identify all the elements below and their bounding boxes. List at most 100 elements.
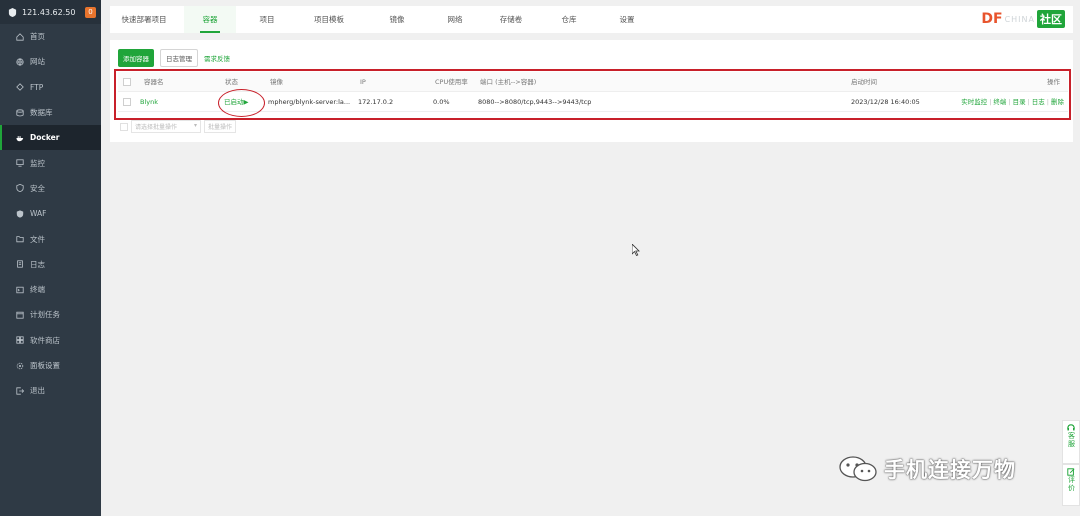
sidebar-item-database[interactable]: 数据库 — [0, 100, 101, 125]
server-header: 121.43.62.50 0 — [0, 0, 101, 24]
sidebar-item-monitor[interactable]: 监控 — [0, 150, 101, 175]
sidebar-item-settings[interactable]: 面板设置 — [0, 353, 101, 378]
sidebar-item-label: 退出 — [30, 386, 45, 396]
add-container-button[interactable]: 添加容器 — [118, 49, 154, 67]
server-icon — [8, 7, 17, 17]
sidebar-item-log[interactable]: 日志 — [0, 252, 101, 277]
select-all-checkbox[interactable] — [123, 78, 131, 86]
terminal-icon — [16, 286, 24, 293]
customer-service-label: 客服 — [1067, 432, 1076, 448]
sidebar-item-shield[interactable]: 安全 — [0, 176, 101, 201]
tab-projects[interactable]: 项目 — [247, 6, 287, 33]
batch-select-text: 请选择批量操作 — [135, 124, 178, 131]
row-checkbox[interactable] — [123, 98, 131, 106]
sidebar-item-label: 终端 — [30, 285, 45, 295]
tab-registry[interactable]: 仓库 — [549, 6, 589, 33]
logo-mark: DF — [981, 11, 1003, 27]
batch-button[interactable]: 批量操作 — [204, 120, 237, 133]
sidebar-item-globe[interactable]: 网站 — [0, 49, 101, 74]
sidebar-item-label: 计划任务 — [30, 310, 60, 320]
log-manage-button[interactable]: 日志管理 — [160, 49, 198, 67]
sidebar-item-label: 面板设置 — [30, 361, 60, 370]
top-tabbar: 快速部署项目 容器 项目 项目模板 镜像 网络 存储卷 仓库 设置 DF CHI… — [110, 6, 1073, 33]
sidebar-item-folder[interactable]: 文件 — [0, 226, 101, 251]
edit-icon — [1067, 468, 1075, 476]
sidebar-item-label: 软件商店 — [30, 335, 60, 345]
chevron-down-icon: ▾ — [193, 122, 197, 129]
docker-icon — [16, 136, 24, 142]
sidebar-item-waf[interactable]: WAF — [0, 201, 101, 226]
toolbar: 添加容器 日志管理 需求反馈 — [118, 49, 230, 67]
feedback-link[interactable]: 需求反馈 — [204, 53, 230, 63]
container-started: 2023/12/28 16:40:05 — [851, 98, 920, 106]
sidebar-item-terminal[interactable]: 终端 — [0, 277, 101, 302]
container-ports: 8080-->8080/tcp,9443-->9443/tcp — [478, 98, 592, 106]
tab-images[interactable]: 镜像 — [377, 6, 417, 33]
status-running[interactable]: 已启动▶ — [224, 92, 249, 112]
review-label: 评价 — [1067, 476, 1076, 492]
container-panel: 添加容器 日志管理 需求反馈 容器名 状态 镜像 IP CPU使用率 端口 (主… — [110, 40, 1073, 142]
tab-settings[interactable]: 设置 — [607, 6, 647, 33]
df-community-logo: DF CHINA 社区 — [981, 10, 1065, 28]
notification-badge[interactable]: 0 — [85, 6, 96, 18]
sidebar-item-label: FTP — [30, 82, 44, 92]
waf-icon — [16, 210, 24, 218]
log-icon — [17, 260, 23, 268]
settings-icon — [16, 362, 24, 369]
review-button[interactable]: 评价 — [1062, 464, 1080, 506]
col-ops: 操作 — [1047, 78, 1060, 86]
monitor-link[interactable]: 实时监控 — [961, 98, 987, 106]
status-text: 已启动 — [224, 98, 244, 106]
col-ip: IP — [360, 78, 366, 86]
col-ports: 端口 (主机-->容器) — [480, 78, 537, 86]
sidebar-item-label: 首页 — [30, 32, 45, 42]
ftp-icon — [16, 83, 24, 92]
sidebar-item-logout[interactable]: 退出 — [0, 378, 101, 403]
monitor-icon — [16, 159, 24, 167]
wechat-watermark: 手机连接万物 — [838, 454, 1016, 484]
sidebar-item-label: 安全 — [30, 183, 45, 193]
sidebar-item-store[interactable]: 软件商店 — [0, 328, 101, 353]
sidebar-item-docker[interactable]: Docker — [0, 125, 101, 151]
col-name[interactable]: 容器名 — [144, 72, 164, 92]
tab-project-templates[interactable]: 项目模板 — [303, 6, 355, 33]
sidebar-item-label: 文件 — [30, 234, 45, 244]
globe-icon — [16, 58, 24, 66]
sidebar-item-schedule[interactable]: 计划任务 — [0, 302, 101, 327]
delete-link[interactable]: 删除 — [1051, 98, 1064, 106]
logo-community: 社区 — [1037, 10, 1065, 28]
container-table: 容器名 状态 镜像 IP CPU使用率 端口 (主机-->容器) 启动时间 操作… — [118, 72, 1068, 117]
shield-icon — [16, 184, 24, 193]
terminal-link[interactable]: 终端 — [993, 98, 1006, 106]
sidebar-item-label: WAF — [30, 209, 47, 219]
sidebar-item-ftp[interactable]: FTP — [0, 75, 101, 100]
col-started[interactable]: 启动时间 — [851, 72, 877, 92]
wechat-icon — [839, 456, 877, 482]
mouse-cursor-icon — [632, 244, 640, 256]
directory-link[interactable]: 目录 — [1013, 98, 1026, 106]
logout-icon — [16, 387, 24, 395]
customer-service-button[interactable]: 客服 — [1062, 420, 1080, 464]
tab-quick-deploy[interactable]: 快速部署项目 — [110, 6, 178, 33]
sidebar-item-home[interactable]: 首页 — [0, 24, 101, 49]
sidebar-item-label: Docker — [30, 133, 60, 143]
log-link[interactable]: 日志 — [1032, 98, 1045, 106]
server-ip: 121.43.62.50 — [22, 7, 76, 17]
sidebar-item-label: 网站 — [30, 57, 45, 67]
sidebar-item-label: 日志 — [30, 259, 45, 269]
headset-icon — [1067, 424, 1075, 431]
col-cpu: CPU使用率 — [435, 78, 468, 86]
tab-volumes[interactable]: 存储卷 — [491, 6, 531, 33]
container-image: mpherg/blynk-server:la... — [268, 98, 351, 106]
tab-containers[interactable]: 容器 — [184, 6, 236, 33]
batch-select[interactable]: 请选择批量操作 ▾ — [131, 120, 201, 133]
container-name[interactable]: Blynk — [140, 92, 158, 112]
table-header: 容器名 状态 镜像 IP CPU使用率 端口 (主机-->容器) 启动时间 操作 — [118, 72, 1068, 92]
database-icon — [16, 108, 24, 116]
sidebar: 121.43.62.50 0 首页网站 FTP 数据库 Docker 监控安全 WAF 文件… — [0, 0, 101, 516]
batch-operations: 请选择批量操作 ▾ 批量操作 — [120, 120, 237, 133]
col-image: 镜像 — [270, 78, 283, 86]
play-icon: ▶ — [243, 98, 249, 106]
tab-networks[interactable]: 网络 — [435, 6, 475, 33]
batch-checkbox[interactable] — [120, 122, 128, 131]
